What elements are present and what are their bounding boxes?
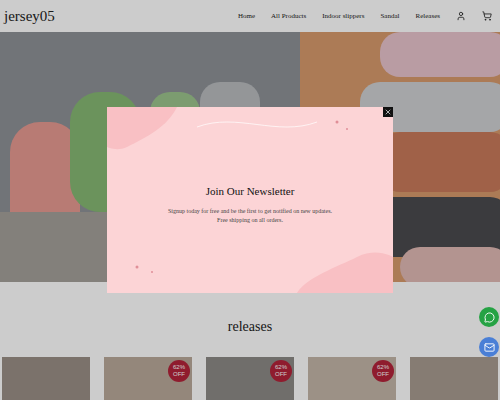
close-icon	[384, 108, 392, 116]
whatsapp-icon	[484, 312, 495, 323]
newsletter-title: Join Our Newsletter	[206, 183, 295, 200]
email-button[interactable]	[479, 337, 499, 357]
newsletter-modal: Join Our Newsletter Signup today for free…	[107, 107, 393, 293]
close-button[interactable]	[383, 107, 393, 117]
newsletter-text: Signup today for free and be the first t…	[168, 207, 332, 225]
mail-icon	[484, 342, 495, 353]
whatsapp-button[interactable]	[479, 307, 499, 327]
page: jersey05HomeAll ProductsIndoor slippersS…	[0, 0, 500, 400]
decoration-icon	[107, 107, 393, 293]
overlay[interactable]: Join Our Newsletter Signup today for free…	[0, 0, 500, 400]
